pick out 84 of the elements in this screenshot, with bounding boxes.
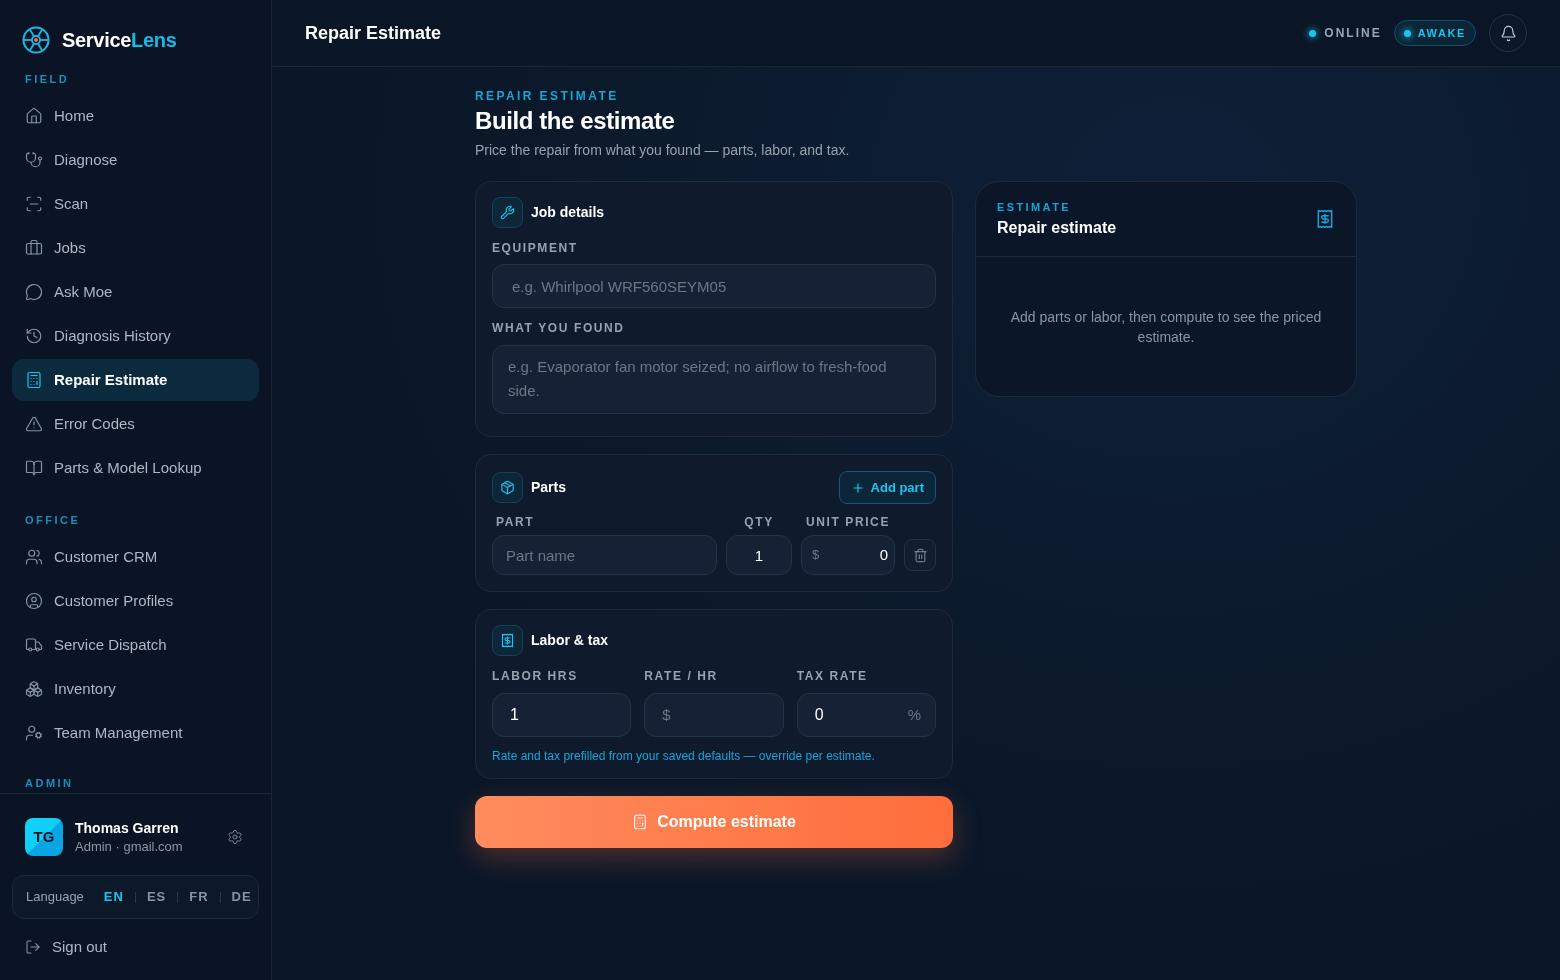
input-field[interactable]: Part name bbox=[492, 535, 717, 575]
sidebar-item[interactable]: Ask Moe bbox=[12, 271, 259, 313]
sidebar-item[interactable]: Inventory bbox=[12, 668, 259, 710]
sidebar-item[interactable]: Customer Profiles bbox=[12, 580, 259, 622]
user-name: Thomas Garren bbox=[75, 818, 179, 838]
sidebar-item[interactable]: Repair Estimate bbox=[12, 359, 259, 401]
field-label: RATE / HR bbox=[644, 669, 718, 683]
sidebar-item[interactable]: Error Codes bbox=[12, 403, 259, 445]
language-option[interactable]: DE bbox=[231, 887, 252, 907]
warning-icon bbox=[25, 415, 43, 433]
page-title: Build the estimate bbox=[475, 106, 675, 135]
truck-icon bbox=[25, 636, 43, 654]
user-circle-icon bbox=[25, 592, 43, 610]
sidebar-item[interactable]: Team Management bbox=[12, 712, 259, 754]
field-label: PART bbox=[496, 515, 535, 529]
field-label: TAX RATE bbox=[796, 669, 868, 683]
trash-icon bbox=[912, 547, 928, 563]
logo-icon bbox=[22, 26, 50, 54]
section-label: FIELD bbox=[25, 72, 70, 86]
notifications-button[interactable] bbox=[1489, 14, 1527, 52]
field-label: LABOR HRS bbox=[492, 669, 578, 683]
page-subtitle: Price the repair from what you found — parts, labor, and tax. bbox=[475, 141, 850, 159]
add-part-button[interactable]: Add part bbox=[838, 471, 936, 504]
sidebar-item[interactable]: Diagnosis History bbox=[12, 315, 259, 357]
status-label: ONLINE bbox=[1324, 25, 1382, 42]
book-icon bbox=[25, 459, 43, 477]
textarea-field[interactable]: e.g. Evaporator fan motor seized; no airflow to fresh-food side. bbox=[492, 345, 936, 414]
field-label: UNIT PRICE bbox=[806, 515, 890, 529]
bell-icon bbox=[1499, 24, 1517, 42]
package-icon bbox=[492, 472, 523, 503]
number-field[interactable]: 0 % bbox=[796, 693, 936, 737]
delete-button[interactable] bbox=[904, 539, 936, 571]
house-icon bbox=[25, 107, 43, 125]
sign-out-button[interactable]: Sign out bbox=[25, 937, 108, 957]
language-option[interactable]: FR bbox=[189, 887, 209, 907]
field-label: EQUIPMENT bbox=[492, 241, 578, 255]
field-label: QTY bbox=[744, 515, 774, 529]
status-badge: AWAKE bbox=[1393, 20, 1476, 46]
section-label: ADMIN bbox=[25, 776, 74, 790]
plus-icon bbox=[850, 480, 865, 495]
card-title: Parts bbox=[531, 478, 567, 497]
chat-bubble-icon bbox=[25, 283, 43, 301]
settings-icon bbox=[227, 829, 243, 845]
language-option[interactable]: EN bbox=[103, 887, 124, 907]
card-title: Labor & tax bbox=[531, 631, 608, 650]
empty-message: Add parts or labor, then compute to see the priced estimate. bbox=[1009, 307, 1323, 347]
card-title: Job details bbox=[531, 203, 605, 222]
sidebar-item[interactable]: Diagnose bbox=[12, 139, 259, 181]
calculator-icon bbox=[25, 371, 43, 389]
sidebar-item[interactable]: Customer CRM bbox=[12, 536, 259, 578]
scan-icon bbox=[25, 195, 43, 213]
sidebar-item[interactable]: Service Dispatch bbox=[12, 624, 259, 666]
sidebar-item[interactable]: Scan bbox=[12, 183, 259, 225]
history-icon bbox=[25, 327, 43, 345]
price-field[interactable]: $ 0 bbox=[801, 535, 895, 575]
language-option[interactable]: ES bbox=[146, 887, 167, 907]
card-title: Repair estimate bbox=[997, 218, 1117, 238]
field-label: WHAT YOU FOUND bbox=[492, 321, 625, 335]
hint-text: Rate and tax prefilled from your saved defaults — override per estimate. bbox=[492, 749, 875, 763]
quantity-field[interactable]: 1 bbox=[726, 535, 792, 575]
user-gear-icon bbox=[25, 724, 43, 742]
card-kicker: ESTIMATE bbox=[997, 200, 1071, 214]
language-label: Language bbox=[26, 888, 84, 907]
wrench-icon bbox=[492, 197, 523, 228]
header-title: Repair Estimate bbox=[305, 21, 442, 45]
receipt-icon bbox=[1315, 209, 1335, 229]
input-field[interactable]: e.g. Whirlpool WRF560SEYM05 bbox=[492, 264, 936, 308]
section-label: OFFICE bbox=[25, 513, 81, 527]
stethoscope-icon bbox=[25, 151, 43, 169]
users-icon bbox=[25, 548, 43, 566]
number-field[interactable]: 1 bbox=[492, 693, 632, 737]
sidebar-item[interactable]: Home bbox=[12, 95, 259, 137]
number-field[interactable]: $ bbox=[644, 693, 784, 737]
user-avatar: TG bbox=[25, 818, 63, 856]
boxes-icon bbox=[25, 680, 43, 698]
briefcase-icon bbox=[25, 239, 43, 257]
page-kicker: REPAIR ESTIMATE bbox=[475, 89, 619, 103]
sign-out-icon bbox=[25, 939, 41, 955]
user-role: Admin · gmail.com bbox=[75, 837, 183, 856]
receipt-icon bbox=[492, 625, 523, 656]
sidebar-item[interactable]: Jobs bbox=[12, 227, 259, 269]
sidebar-item[interactable]: Parts & Model Lookup bbox=[12, 447, 259, 489]
brand-name: ServiceLens bbox=[62, 30, 177, 50]
calculator-icon bbox=[632, 814, 649, 830]
